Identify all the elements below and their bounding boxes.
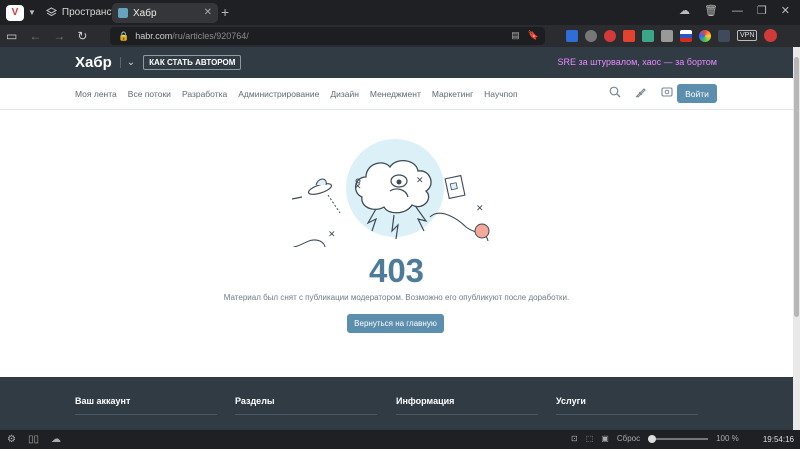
reload-icon[interactable]: ↻ — [77, 29, 87, 43]
image-toggle-icon[interactable]: ▣ — [601, 434, 609, 443]
cloud-icon[interactable]: ☁ — [51, 434, 61, 445]
color-extension-icon[interactable] — [699, 29, 711, 42]
nav-my-feed[interactable]: Моя лента — [75, 89, 117, 99]
lock-icon: 🔒 — [118, 30, 130, 41]
footer-column-services: Услуги — [556, 396, 698, 415]
zoom-level: 100 % — [716, 434, 739, 443]
zoom-slider[interactable] — [648, 434, 709, 443]
footer-column-account: Ваш аккаунт — [75, 396, 217, 415]
panel-toggle-icon[interactable]: ▭ — [6, 29, 17, 43]
menu-caret-icon[interactable]: ▼ — [28, 8, 36, 17]
become-author-button[interactable]: КАК СТАТЬ АВТОРОМ — [143, 55, 242, 70]
search-icon[interactable] — [609, 86, 621, 98]
footer-column-info: Информация — [396, 396, 538, 415]
status-bar: ⚙ ▯▯ ☁ ⊡ ⬚ ▣ Сброс 100 % 19:54:16 — [0, 430, 800, 449]
svg-text:✕: ✕ — [476, 204, 484, 214]
site-footer: Ваш аккаунт Разделы Информация Услуги — [0, 377, 793, 430]
settings-icon[interactable] — [661, 86, 673, 98]
nav-popsci[interactable]: Научпоп — [484, 89, 517, 99]
habr-logo[interactable]: Хабр — [75, 54, 112, 71]
uf-extension-icon[interactable] — [623, 29, 635, 42]
promo-link[interactable]: SRE за штурвалом, хаос — за бортом — [558, 57, 717, 67]
nav-marketing[interactable]: Маркетинг — [432, 89, 473, 99]
footer-heading: Информация — [396, 396, 455, 406]
scrollbar-thumb[interactable] — [794, 57, 799, 317]
nav-all-streams[interactable]: Все потоки — [128, 89, 171, 99]
tiling-icon[interactable]: ▯▯ — [28, 434, 39, 445]
shield-extension-icon[interactable] — [585, 29, 597, 42]
site-header: Хабр ⌄ КАК СТАТЬ АВТОРОМ SRE за штурвало… — [0, 47, 793, 78]
back-icon[interactable]: ← — [29, 29, 41, 43]
restore-icon[interactable]: ❐ — [757, 4, 767, 17]
broken-cloud-illustration: ✕ ✕ ✕ ✕ — [291, 139, 490, 247]
minimize-icon[interactable]: — — [732, 5, 743, 17]
forward-icon[interactable]: → — [53, 29, 65, 43]
page-tiling-icon[interactable]: ⬚ — [586, 434, 594, 443]
tab-habr[interactable]: Хабр ✕ — [112, 3, 218, 23]
dark-extension-icon[interactable] — [661, 29, 673, 42]
address-field[interactable]: 🔒 habr.com/ru/articles/920764/ ▤ 🔖 — [110, 27, 545, 45]
login-button[interactable]: Войти — [677, 84, 717, 103]
tab-bar: V ▼ Пространства ▼ Хабр ✕ + ☁ 🗑 — ❐ ✕ — [0, 0, 800, 25]
url-path: /ru/articles/920764/ — [172, 31, 249, 41]
layers-icon — [45, 7, 57, 17]
nav-design[interactable]: Дизайн — [330, 89, 359, 99]
chevron-down-icon[interactable]: ⌄ — [119, 57, 135, 68]
trash-icon[interactable]: 🗑 — [704, 4, 718, 17]
nav-development[interactable]: Разработка — [182, 89, 227, 99]
nav-administration[interactable]: Администрирование — [238, 89, 319, 99]
clock: 19:54:16 — [762, 435, 794, 444]
capture-icon[interactable]: ⊡ — [571, 434, 578, 443]
close-window-icon[interactable]: ✕ — [781, 4, 790, 17]
error-message: Материал был снят с публикации модератор… — [223, 293, 570, 302]
url-host: habr.com — [135, 31, 173, 41]
site-nav: Моя лента Все потоки Разработка Админист… — [0, 78, 793, 110]
tab-title: Хабр — [133, 7, 157, 19]
new-tab-icon[interactable]: + — [221, 4, 229, 20]
bookmark-icon[interactable]: 🔖 — [528, 30, 539, 41]
footer-heading: Услуги — [556, 396, 586, 406]
vivaldi-menu-icon[interactable]: V — [6, 4, 24, 21]
address-toolbar: ▭ ← → ↻ 🔒 habr.com/ru/articles/920764/ ▤… — [0, 25, 800, 47]
vivaldi-profile-icon[interactable] — [764, 29, 778, 42]
habr-favicon-icon — [118, 8, 128, 18]
svg-text:✕: ✕ — [328, 230, 336, 240]
back-home-button[interactable]: Вернуться на главную — [347, 314, 444, 333]
reader-view-icon[interactable]: ▤ — [511, 30, 520, 41]
green-extension-icon[interactable] — [642, 29, 654, 42]
misc-extension-icon[interactable] — [718, 29, 730, 42]
tab-close-icon[interactable]: ✕ — [204, 7, 212, 18]
error-code: 403 — [368, 252, 425, 289]
nav-management[interactable]: Менеджмент — [370, 89, 421, 99]
web-page: Хабр ⌄ КАК СТАТЬ АВТОРОМ SRE за штурвало… — [0, 47, 793, 430]
browser-window: V ▼ Пространства ▼ Хабр ✕ + ☁ 🗑 — ❐ ✕ ▭ … — [0, 0, 800, 449]
zoom-reset-label[interactable]: Сброс — [617, 434, 640, 443]
svg-text:✕: ✕ — [354, 182, 362, 192]
page-scrollbar[interactable] — [793, 47, 800, 430]
footer-heading: Разделы — [235, 396, 275, 406]
flag-extension-icon[interactable] — [680, 29, 692, 42]
footer-heading: Ваш аккаунт — [75, 396, 131, 406]
svg-text:✕: ✕ — [416, 176, 424, 186]
extensions-bar: VPN — [566, 29, 778, 42]
footer-column-sections: Разделы — [235, 396, 377, 415]
adblock-extension-icon[interactable] — [604, 29, 616, 42]
translate-extension-icon[interactable] — [566, 29, 578, 42]
settings-gear-icon[interactable]: ⚙ — [7, 434, 16, 445]
zoom-slider-knob[interactable] — [648, 434, 657, 443]
window-controls: ☁ 🗑 — ❐ ✕ — [679, 4, 790, 18]
vpn-button[interactable]: VPN — [737, 30, 758, 41]
pen-icon[interactable] — [635, 86, 647, 98]
cloud-sync-icon[interactable]: ☁ — [679, 4, 690, 17]
